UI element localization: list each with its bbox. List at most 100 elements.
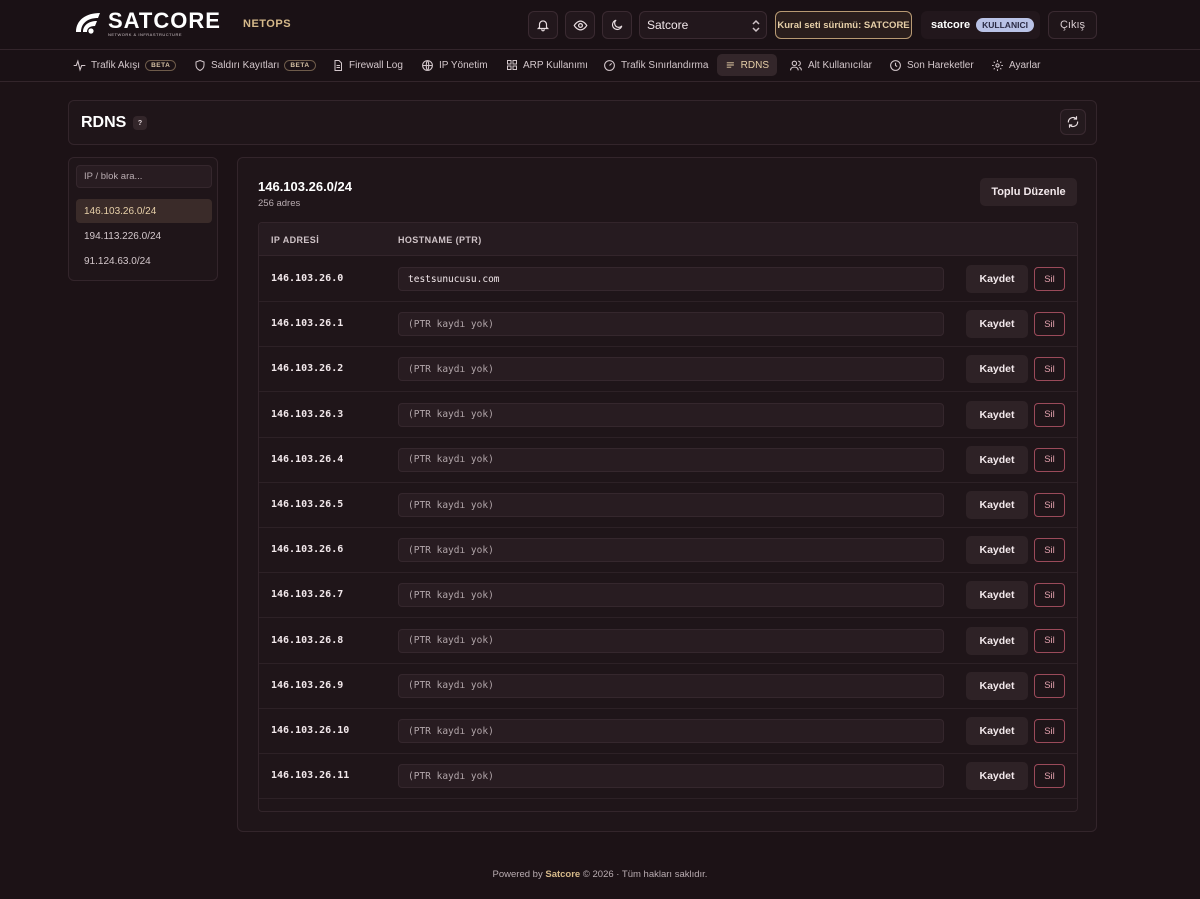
save-button[interactable]: Kaydet [966,355,1028,384]
block-item[interactable]: 91.124.63.0/24 [76,249,212,273]
ip-address: 146.103.26.7 [271,589,344,601]
save-button[interactable]: Kaydet [966,536,1028,565]
hostname-input[interactable]: (PTR kaydı yok) [398,538,944,563]
delete-button[interactable]: Sil [1034,493,1065,517]
save-button[interactable]: Kaydet [966,626,1028,655]
hostname-input[interactable]: testsunucusu.com [398,267,944,291]
moon-icon [612,19,623,30]
save-button[interactable]: Kaydet [966,717,1028,745]
delete-button[interactable]: Sil [1034,583,1065,608]
hostname-input[interactable]: (PTR kaydı yok) [398,402,944,427]
table-row: 146.103.26.4 (PTR kaydı yok) Kaydet Sil [259,438,1077,483]
selected-block-title: 146.103.26.0/24 [258,179,352,194]
save-button[interactable]: Kaydet [966,445,1028,474]
logout-button[interactable]: Çıkış [1048,11,1097,39]
table-row: 146.103.26.9 (PTR kaydı yok) Kaydet Sil [259,664,1077,709]
nav-label: Son Hareketler [907,59,974,71]
nav-item-alt-kullanicilar[interactable]: Alt Kullanıcılar [781,54,880,76]
footer-copyright: © 2026 · Tüm hakları saklıdır. [582,869,708,880]
delete-button[interactable]: Sil [1034,267,1065,291]
delete-button[interactable]: Sil [1034,402,1065,427]
ip-address: 146.103.26.9 [271,679,344,691]
footer: Powered by Satcore © 2026 · Tüm hakları … [0,869,1200,880]
nav-item-ayarlar[interactable]: Ayarlar [983,54,1049,76]
nav-item-firewall-log[interactable]: Firewall Log [324,54,411,76]
eye-icon [573,19,587,31]
hostname-input[interactable]: (PTR kaydı yok) [398,493,944,517]
shield-icon [195,59,205,71]
tenant-select[interactable]: Satcore [639,11,767,39]
delete-button[interactable]: Sil [1034,628,1065,653]
ip-address: 146.103.26.10 [271,725,350,736]
gear-icon [992,59,1003,71]
list-icon [726,62,734,68]
main-nav: Trafik Akışı BETA Saldırı Kayıtları BETA… [0,50,1200,82]
nav-label: Saldırı Kayıtları [211,59,280,71]
notifications-button[interactable] [528,11,558,39]
nav-item-trafik-akisi[interactable]: Trafik Akışı BETA [65,54,184,76]
hostname-input[interactable]: (PTR kaydı yok) [398,357,944,382]
help-button[interactable]: ? [133,116,147,130]
users-icon [790,60,802,70]
block-search-input[interactable]: IP / blok ara... [76,165,212,188]
user-menu[interactable]: satcore KULLANICI [921,11,1040,39]
block-item[interactable]: 194.113.226.0/24 [76,224,212,248]
document-icon [334,59,342,71]
hostname-input[interactable]: (PTR kaydı yok) [398,764,944,789]
bulk-edit-button[interactable]: Toplu Düzenle [980,178,1077,206]
table-header: IP ADRESİ HOSTNAME (PTR) [259,223,1077,256]
hostname-input[interactable]: (PTR kaydı yok) [398,719,944,743]
nav-item-arp-kullanimi[interactable]: ARP Kullanımı [498,54,596,76]
column-header-hostname: HOSTNAME (PTR) [398,235,482,245]
ip-address: 146.103.26.5 [271,499,344,510]
block-list-panel: IP / blok ara... 146.103.26.0/24 194.113… [68,157,218,281]
top-bar: SATCORE NETWORK & INFRASTRUCTURE NETOPS … [0,0,1200,50]
block-item[interactable]: 146.103.26.0/24 [76,199,212,223]
ip-address: 146.103.26.11 [271,770,350,782]
ip-address: 146.103.26.3 [271,408,344,420]
satcore-logo-icon [76,13,100,34]
nav-item-trafik-sinirlandirma[interactable]: Trafik Sınırlandırma [595,54,716,76]
delete-button[interactable]: Sil [1034,673,1065,698]
nav-item-rdns[interactable]: RDNS [717,54,777,76]
nav-item-son-hareketler[interactable]: Son Hareketler [881,54,982,76]
delete-button[interactable]: Sil [1034,538,1065,563]
chevron-up-down-icon [752,19,760,33]
nav-item-ip-yonetim[interactable]: IP Yönetim [413,54,496,76]
hostname-input[interactable]: (PTR kaydı yok) [398,583,944,608]
save-button[interactable]: Kaydet [966,310,1028,339]
refresh-button[interactable] [1060,109,1086,135]
view-toggle-button[interactable] [565,11,595,39]
save-button[interactable]: Kaydet [966,400,1028,429]
delete-button[interactable]: Sil [1034,719,1065,743]
ip-address: 146.103.26.6 [271,544,344,556]
delete-button[interactable]: Sil [1034,447,1065,472]
clock-icon [890,59,901,71]
nav-label: Alt Kullanıcılar [808,59,872,71]
theme-toggle-button[interactable] [602,11,632,39]
delete-button[interactable]: Sil [1034,764,1065,789]
save-button[interactable]: Kaydet [966,671,1028,700]
save-button[interactable]: Kaydet [966,581,1028,610]
hostname-input[interactable]: (PTR kaydı yok) [398,628,944,653]
hostname-input[interactable]: (PTR kaydı yok) [398,447,944,472]
ip-address: 146.103.26.8 [271,634,344,646]
column-header-ip: IP ADRESİ [271,235,320,245]
nav-label: Firewall Log [349,59,403,71]
save-button[interactable]: Kaydet [966,762,1028,791]
nav-item-saldiri-kayitlari[interactable]: Saldırı Kayıtları BETA [186,54,324,76]
brand-logo[interactable]: SATCORE NETWORK & INFRASTRUCTURE [72,10,221,38]
delete-button[interactable]: Sil [1034,357,1065,382]
gauge-icon [604,59,615,71]
globe-icon [422,59,433,71]
save-button[interactable]: Kaydet [966,491,1028,519]
hostname-input[interactable]: (PTR kaydı yok) [398,312,944,337]
ruleset-version-button[interactable]: Kural seti sürümü: SATCORE [775,11,912,39]
delete-button[interactable]: Sil [1034,312,1065,337]
ip-address: 146.103.26.4 [271,453,344,465]
hostname-input[interactable]: (PTR kaydı yok) [398,673,944,698]
table-row: 146.103.26.7 (PTR kaydı yok) Kaydet Sil [259,573,1077,619]
save-button[interactable]: Kaydet [966,265,1028,293]
nav-label: ARP Kullanımı [523,59,588,71]
footer-brand-link[interactable]: Satcore [545,869,580,880]
